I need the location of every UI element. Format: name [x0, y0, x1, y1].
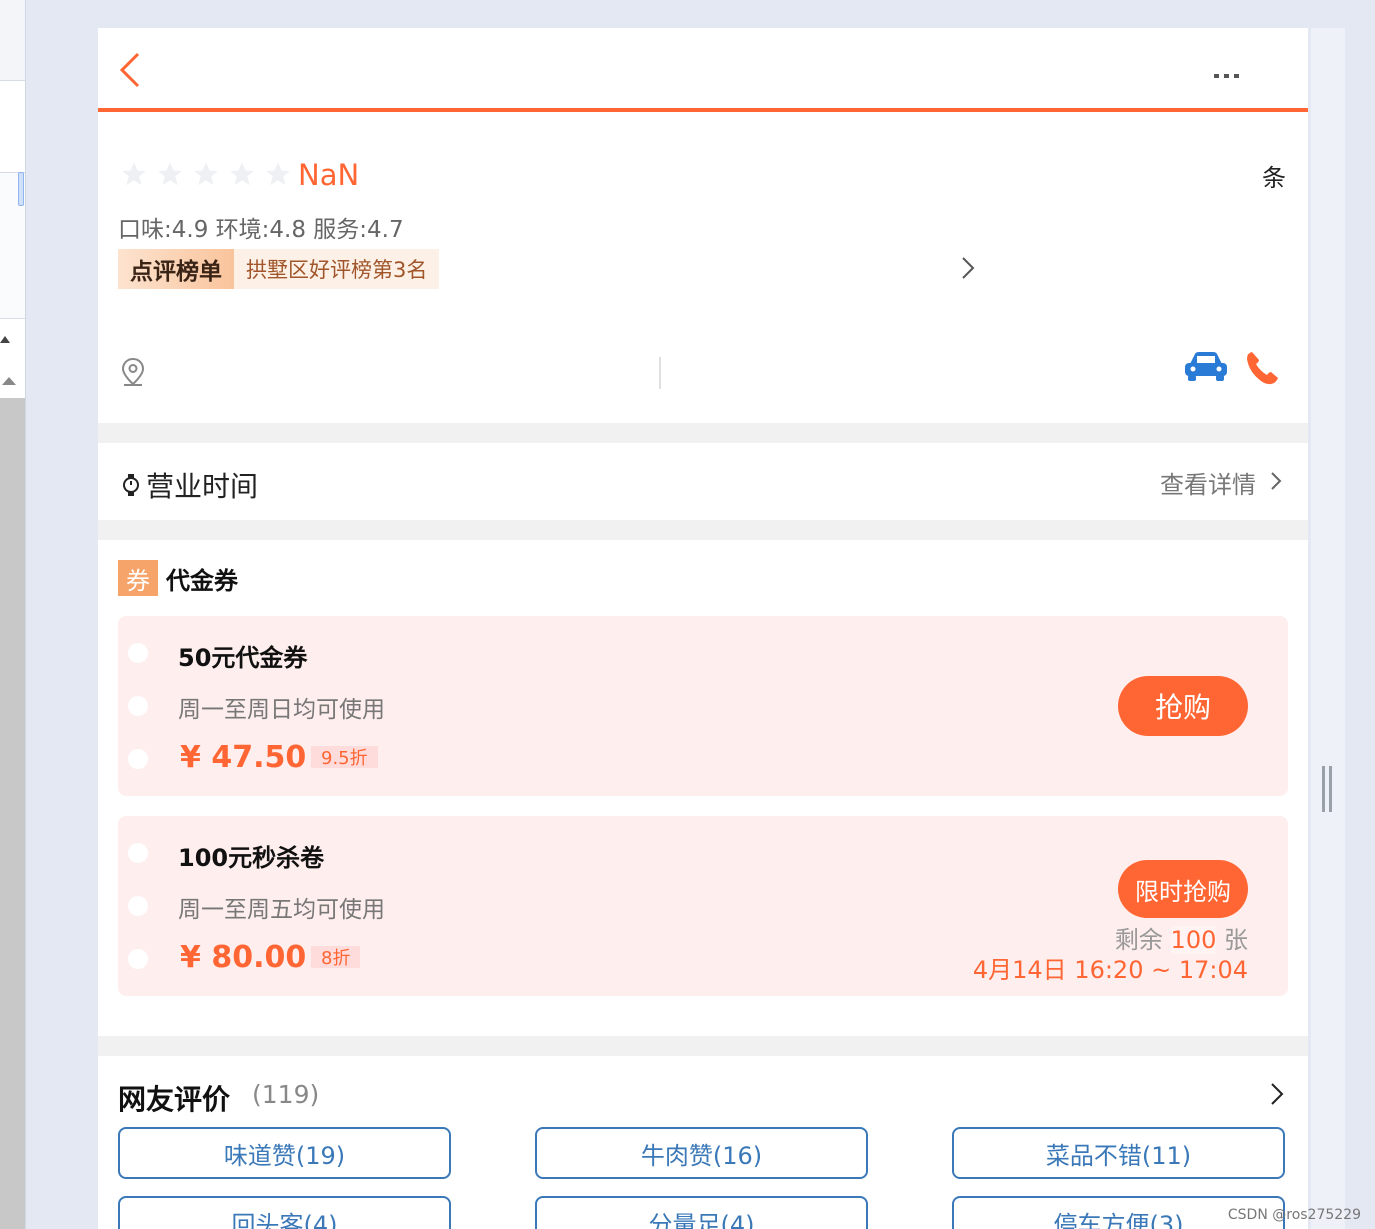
rating-value: NaN — [298, 158, 360, 192]
location-pin-icon — [121, 357, 145, 386]
coupons-title: 代金券 — [166, 566, 238, 595]
coupon-valid-days: 周一至周日均可使用 — [178, 697, 385, 723]
coupon-tag-icon: 券 — [118, 560, 158, 596]
coupon-dot — [128, 749, 148, 769]
reviews-title: 网友评价 — [118, 1083, 231, 1116]
coupons-header: 券 代金券 — [118, 560, 238, 596]
star-rating — [120, 160, 292, 188]
sale-time-range: 4月14日 16:20 ~ 17:04 — [972, 956, 1248, 984]
review-tag-button[interactable]: 牛肉赞(16) — [535, 1127, 868, 1179]
left-window-scroll-area — [0, 398, 25, 1229]
coupon-card: 50元代金券 周一至周日均可使用 ¥ 47.50 9.5折 抢购 — [118, 616, 1288, 796]
scroll-handle-secondary[interactable] — [1329, 766, 1332, 812]
shop-detail-page: NaN 条 口味:4.9 环境:4.8 服务:4.7 点评榜单 拱墅区好评榜第3… — [98, 28, 1308, 1229]
more-button[interactable] — [1212, 56, 1252, 86]
review-tag-button[interactable]: 菜品不错(11) — [952, 1127, 1285, 1179]
coupon-name: 100元秒杀卷 — [178, 844, 325, 872]
reviews-section: 网友评价 (119) 味道赞(19) 牛肉赞(16) 菜品不错(11) 回头客(… — [98, 1056, 1308, 1229]
coupons-section: 券 代金券 50元代金券 周一至周日均可使用 ¥ 47.50 9.5折 抢购 1… — [98, 540, 1308, 1036]
coupon-dot — [128, 896, 148, 916]
coupon-dot — [128, 949, 148, 969]
business-hours-row[interactable]: 营业时间 查看详情 — [98, 443, 1308, 520]
left-window-caret-icon[interactable] — [0, 336, 10, 343]
star-icon — [194, 162, 218, 186]
vertical-divider — [659, 357, 661, 389]
coupon-name: 50元代金券 — [178, 644, 308, 672]
location-button[interactable] — [120, 357, 146, 391]
left-window-edge — [0, 0, 26, 1229]
right-scrollbar[interactable] — [1311, 28, 1345, 1229]
chevron-right-icon — [1271, 472, 1282, 490]
chevron-right-icon — [1271, 1083, 1284, 1105]
reviews-count: (119) — [252, 1080, 320, 1109]
scroll-handle[interactable] — [1322, 766, 1325, 812]
coupon-discount-badge: 9.5折 — [311, 746, 378, 769]
rank-arrow-button[interactable] — [960, 255, 976, 285]
more-dots-icon — [1214, 74, 1239, 78]
navigate-car-button[interactable] — [1182, 348, 1230, 388]
coupon-price: ¥ 80.00 — [180, 940, 307, 975]
chevron-right-icon — [962, 257, 975, 279]
coupon-dot — [128, 696, 148, 716]
coupon-discount-badge: 8折 — [311, 946, 361, 969]
watch-icon — [123, 474, 139, 496]
left-window-header — [0, 0, 25, 81]
view-details-link[interactable]: 查看详情 — [1160, 465, 1256, 500]
back-button[interactable] — [110, 50, 150, 90]
review-tag-button[interactable]: 分量足(4) — [535, 1196, 868, 1229]
rank-badge: 点评榜单 — [118, 249, 234, 289]
business-hours-title: 营业时间 — [146, 470, 259, 503]
sub-scores: 口味:4.9 环境:4.8 服务:4.7 — [118, 217, 404, 243]
phone-icon — [1247, 352, 1278, 385]
coupon-price: ¥ 47.50 — [180, 740, 307, 775]
coupon-dot — [128, 643, 148, 663]
shop-info-section: NaN 条 口味:4.9 环境:4.8 服务:4.7 点评榜单 拱墅区好评榜第3… — [98, 112, 1308, 423]
review-tag-button[interactable]: 回头客(4) — [118, 1196, 451, 1229]
reviews-more-button[interactable] — [1270, 1082, 1284, 1110]
star-icon — [122, 162, 146, 186]
left-scroll-up-icon[interactable] — [2, 377, 16, 385]
review-count-unit: 条 — [1262, 164, 1286, 192]
watermark: CSDN @ros275229 — [1227, 1207, 1361, 1223]
rank-text: 拱墅区好评榜第3名 — [234, 249, 440, 289]
car-icon — [1185, 352, 1227, 381]
call-button[interactable] — [1242, 348, 1282, 392]
coupon-valid-days: 周一至周五均可使用 — [178, 897, 385, 923]
review-tag-button[interactable]: 味道赞(19) — [118, 1127, 451, 1179]
rank-banner[interactable]: 点评榜单 拱墅区好评榜第3名 — [118, 249, 440, 289]
top-nav-bar — [98, 28, 1308, 112]
coupon-card: 100元秒杀卷 周一至周五均可使用 ¥ 80.00 8折 限时抢购 剩余 100… — [118, 816, 1288, 996]
star-icon — [266, 162, 290, 186]
star-icon — [158, 162, 182, 186]
chevron-left-icon — [119, 52, 140, 88]
buy-button[interactable]: 抢购 — [1118, 676, 1248, 736]
flash-sale-button[interactable]: 限时抢购 — [1118, 860, 1248, 918]
star-icon — [230, 162, 254, 186]
coupon-dot — [128, 843, 148, 863]
left-window-selection-marker — [18, 172, 24, 206]
